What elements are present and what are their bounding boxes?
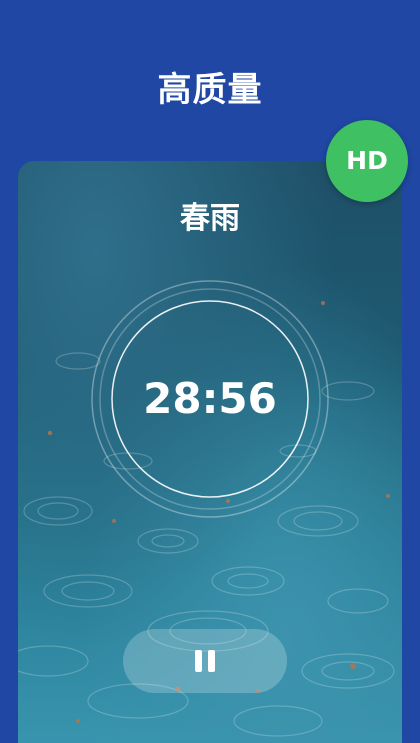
scene-title: 春雨 <box>180 201 240 236</box>
timer-display: 28:56 <box>143 374 277 423</box>
hd-badge: HD <box>326 120 408 202</box>
timer-ring: 28:56 <box>90 279 330 519</box>
pause-button[interactable] <box>123 629 287 693</box>
pause-icon <box>194 650 216 672</box>
page-title: 高质量 <box>157 70 263 110</box>
rain-scene-card: 春雨 28:56 <box>18 161 402 743</box>
